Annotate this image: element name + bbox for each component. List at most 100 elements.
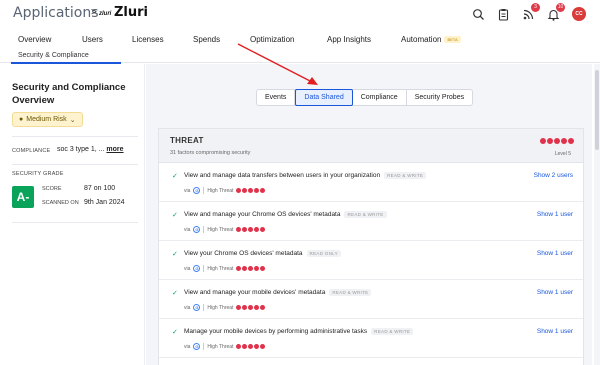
- permission-label: View and manage your mobile devices' met…: [184, 289, 326, 297]
- threat-label: High Threat: [207, 187, 234, 194]
- compliance-label: COMPLIANCE: [12, 148, 51, 154]
- access-tag: READ ONLY: [306, 250, 341, 257]
- source-label: via: [184, 226, 191, 233]
- divider: [12, 222, 138, 223]
- risk-icon: ●: [19, 116, 24, 123]
- bell-icon[interactable]: 10: [547, 2, 565, 21]
- risk-dropdown[interactable]: ● Medium Risk ⌄: [12, 112, 83, 127]
- separator: [203, 265, 205, 272]
- google-icon: G: [193, 226, 201, 233]
- tab-automation[interactable]: Automation BETA: [401, 35, 461, 44]
- check-icon: ✓: [172, 329, 178, 336]
- separator: [203, 187, 205, 194]
- google-icon: G: [193, 304, 201, 311]
- access-tag: READ & WRITE: [384, 172, 427, 179]
- compliance-more-link[interactable]: more: [106, 146, 123, 153]
- permission-label: Manage your mobile devices by performing…: [184, 328, 368, 336]
- threat-dots: [236, 188, 266, 193]
- app-name: Zluri: [114, 5, 149, 20]
- tab-spends[interactable]: Spends: [193, 35, 220, 44]
- scrollbar-thumb[interactable]: [595, 70, 599, 150]
- compliance-text: soc 3 type 1, ...: [57, 146, 105, 153]
- threat-level-dots: [540, 138, 574, 144]
- separator: [203, 304, 205, 311]
- scanned-label: SCANNED ON: [42, 200, 79, 206]
- permission-row: ✓ View and manage data transfers between …: [159, 163, 583, 202]
- permission-text: View and manage your mobile devices' met…: [184, 289, 372, 297]
- security-sidebar: Security and Compliance Overview ● Mediu…: [0, 64, 145, 365]
- tab-app-insights[interactable]: App Insights: [327, 35, 371, 44]
- feed-icon[interactable]: 3: [522, 2, 540, 21]
- check-icon: ✓: [172, 251, 178, 258]
- permission-text: View and manage your Chrome OS devices' …: [184, 211, 387, 218]
- tab-users[interactable]: Users: [82, 35, 103, 44]
- source-label: via: [184, 265, 191, 272]
- top-header: Applications > zluri Zluri 3 10 CC: [0, 0, 600, 30]
- tab-security-compliance[interactable]: Security & Compliance: [18, 52, 89, 59]
- threat-label: High Threat: [207, 226, 234, 233]
- tab-automation-label: Automation: [401, 35, 442, 44]
- breadcrumb-separator: >: [91, 7, 97, 18]
- segment-data-shared[interactable]: Data Shared: [295, 89, 353, 106]
- segment-events[interactable]: Events: [257, 90, 296, 105]
- show-users-link[interactable]: Show 1 user: [537, 289, 573, 296]
- permission-meta: via G High Threat: [184, 343, 266, 350]
- threat-dots: [236, 305, 266, 310]
- access-tag: READ & WRITE: [344, 211, 387, 218]
- page-title[interactable]: Applications: [13, 5, 99, 21]
- tab-licenses[interactable]: Licenses: [132, 35, 164, 44]
- main-content: Events Data Shared Compliance Security P…: [146, 64, 592, 365]
- permission-meta: via G High Threat: [184, 226, 266, 233]
- threat-label: High Threat: [207, 304, 234, 311]
- segment-compliance[interactable]: Compliance: [353, 90, 407, 105]
- check-icon: ✓: [172, 290, 178, 297]
- score-value: 87 on 100: [84, 185, 116, 192]
- show-users-link[interactable]: Show 2 users: [534, 172, 573, 179]
- feed-badge: 3: [531, 2, 540, 12]
- separator: [203, 343, 205, 350]
- threat-title: THREAT: [170, 136, 204, 145]
- threat-level: Level 5: [554, 151, 571, 157]
- permission-row: ✓ View your Chrome OS devices' metadata RE…: [159, 241, 583, 280]
- search-icon[interactable]: [472, 8, 485, 21]
- tab-overview[interactable]: Overview: [18, 35, 51, 44]
- separator: [203, 226, 205, 233]
- grade-badge: A-: [12, 186, 34, 208]
- threat-card: THREAT 31 factors compromising security …: [158, 128, 584, 365]
- source-label: via: [184, 343, 191, 350]
- check-icon: ✓: [172, 173, 178, 180]
- access-tag: READ & WRITE: [329, 289, 372, 296]
- permission-row: ✓ View and manage your mobile devices' me…: [159, 280, 583, 319]
- threat-dots: [236, 266, 266, 271]
- divider: [12, 164, 138, 165]
- google-icon: G: [193, 343, 201, 350]
- permission-label: View your Chrome OS devices' metadata: [184, 250, 303, 258]
- threat-dots: [236, 344, 266, 349]
- permission-meta: via G High Threat: [184, 265, 266, 272]
- threat-label: High Threat: [207, 343, 234, 350]
- app-tabs: Overview Users Licenses Spends Optimizat…: [0, 33, 600, 63]
- clipboard-icon[interactable]: [497, 8, 510, 21]
- chevron-down-icon: ⌄: [69, 116, 76, 124]
- permission-text: Manage your mobile devices by performing…: [184, 328, 414, 336]
- show-users-link[interactable]: Show 1 user: [537, 211, 573, 218]
- segment-security-probes[interactable]: Security Probes: [407, 90, 472, 105]
- permission-row: ✓ Manage your mobile devices by performin…: [159, 319, 583, 358]
- tab-optimization[interactable]: Optimization: [250, 35, 294, 44]
- scanned-value: 9th Jan 2024: [84, 199, 125, 206]
- permission-text: View and manage data transfers between u…: [184, 172, 427, 180]
- security-grade-label: SECURITY GRADE: [12, 171, 64, 177]
- threat-subtitle: 31 factors compromising security: [170, 150, 251, 156]
- header-actions: 3 10 CC: [472, 2, 586, 22]
- bell-badge: 10: [556, 2, 565, 12]
- score-label: SCORE: [42, 186, 62, 192]
- risk-label: Medium Risk: [26, 116, 67, 123]
- show-users-link[interactable]: Show 1 user: [537, 328, 573, 335]
- google-icon: G: [193, 187, 201, 194]
- check-icon: ✓: [172, 212, 178, 219]
- permission-label: View and manage data transfers between u…: [184, 172, 381, 180]
- permission-meta: via G High Threat: [184, 304, 266, 311]
- show-users-link[interactable]: Show 1 user: [537, 250, 573, 257]
- avatar[interactable]: CC: [572, 7, 586, 21]
- permission-row: ✓ View and manage your Chrome OS devices'…: [159, 202, 583, 241]
